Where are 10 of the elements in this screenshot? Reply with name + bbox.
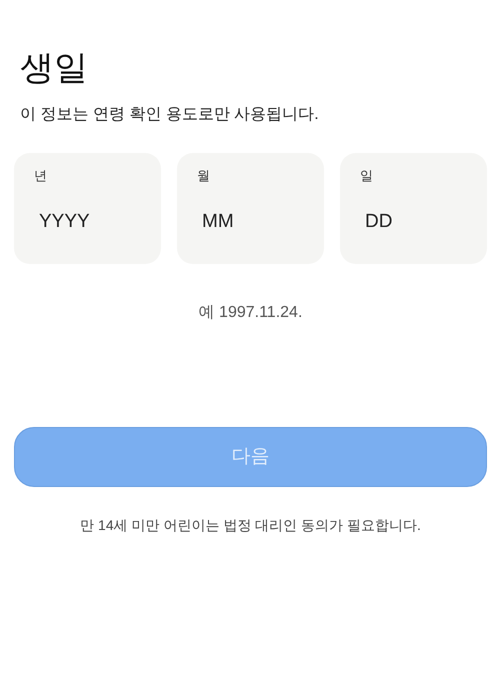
- example-text: 예 1997.11.24.: [198, 303, 302, 323]
- field-label: 월: [197, 167, 210, 185]
- field-label: 년: [34, 167, 47, 185]
- date-input-field[interactable]: YYYY: [39, 208, 139, 236]
- date-input-field[interactable]: MM: [202, 208, 302, 236]
- page-title: 생일: [20, 48, 88, 89]
- date-input-field[interactable]: DD: [365, 208, 465, 236]
- notice-text: 만 14세 미만 어린이는 법정 대리인 동의가 필요합니다.: [80, 516, 421, 535]
- field-label: 일: [360, 167, 373, 185]
- description-text: 이 정보는 연령 확인 용도로만 사용됩니다.: [20, 105, 319, 125]
